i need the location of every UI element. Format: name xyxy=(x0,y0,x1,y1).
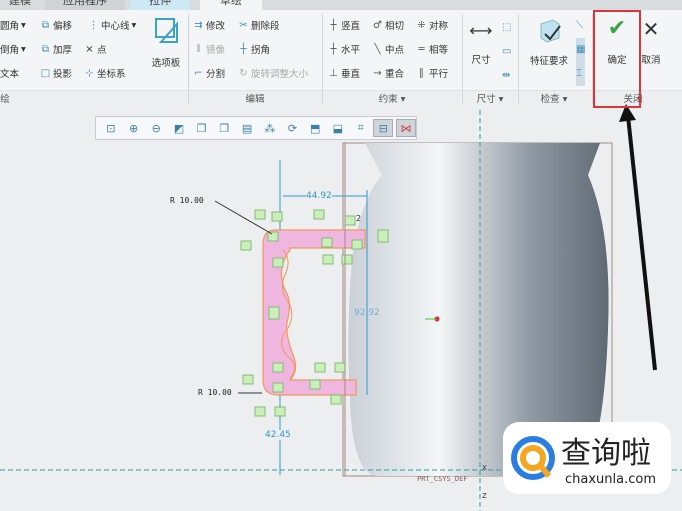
constraint-index: 2 xyxy=(356,214,362,223)
radius-dimension-top[interactable]: R 10.00 xyxy=(170,196,204,205)
radius-dimension-bottom[interactable]: R 10.00 xyxy=(198,388,232,397)
watermark-url: chaxunla.com xyxy=(565,472,656,487)
axis-z-label: Z xyxy=(482,492,487,500)
axis-x-label: X xyxy=(482,464,487,472)
watermark: 查询啦 chaxunla.com xyxy=(503,422,671,494)
annotation-arrow xyxy=(626,115,657,371)
offset-dimension[interactable]: 42.45 xyxy=(265,430,291,440)
csys-label: PRT_CSYS_DEF xyxy=(417,475,468,483)
width-dimension[interactable]: 44.92 xyxy=(306,191,332,201)
watermark-logo-icon xyxy=(511,436,555,480)
highlight-box xyxy=(593,10,641,108)
height-dimension[interactable]: 92.92 xyxy=(354,308,380,318)
watermark-name: 查询啦 xyxy=(561,436,651,471)
